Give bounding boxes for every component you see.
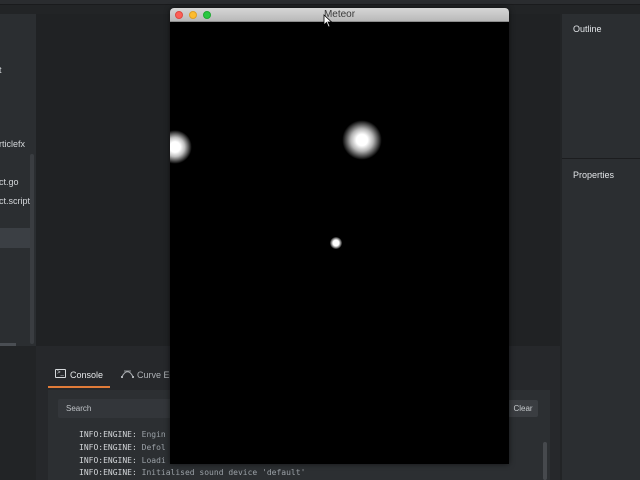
right-sidebar <box>562 14 640 480</box>
log-line: INFO:ENGINE: Engin <box>79 430 166 439</box>
tab-curve-editor-label[interactable]: Curve Ec <box>137 370 174 380</box>
assets-scrollbar[interactable] <box>30 154 34 344</box>
right-panel-divider[interactable] <box>562 158 640 159</box>
asset-item[interactable]: articlefx <box>0 134 36 154</box>
asset-item[interactable]: x <box>0 97 36 117</box>
meteor-sprite <box>170 130 192 164</box>
assets-horizontal-scrollbar[interactable] <box>0 343 16 346</box>
window-title: Meteor <box>323 9 356 20</box>
curve-icon <box>121 370 134 378</box>
clear-button[interactable]: Clear <box>508 400 538 417</box>
log-line: INFO:ENGINE: Loadi <box>79 456 166 465</box>
log-line: INFO:ENGINE: Defol <box>79 443 166 452</box>
properties-title: Properties <box>573 170 615 180</box>
meteor-sprite <box>330 237 342 249</box>
meteor-sprite <box>342 120 382 160</box>
mouse-cursor-icon <box>323 14 333 28</box>
outline-title: Outline <box>573 24 602 34</box>
asset-item-selected[interactable]: a <box>0 228 30 248</box>
console-scrollbar[interactable] <box>543 442 547 480</box>
window-titlebar[interactable]: Meteor <box>170 8 509 22</box>
tab-console-label[interactable]: Console <box>70 370 103 380</box>
terminal-icon: >_ <box>55 369 66 378</box>
asset-item[interactable]: ot <box>0 60 36 80</box>
top-toolbar-strip <box>0 0 640 5</box>
search-placeholder: Search <box>66 404 92 413</box>
log-line: INFO:ENGINE: Initialised sound device 'd… <box>79 468 306 477</box>
assets-panel: ot x articlefx ect.go ect.script a <box>0 14 36 346</box>
game-window[interactable]: Meteor <box>170 8 509 464</box>
active-tab-indicator <box>48 386 110 388</box>
